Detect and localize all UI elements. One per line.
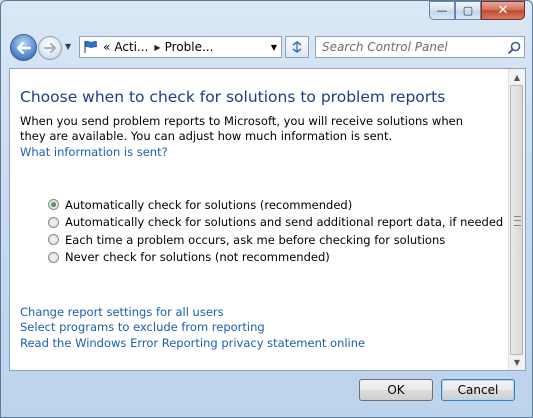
- recent-pages-dropdown[interactable]: ▼: [65, 42, 71, 51]
- cancel-button[interactable]: Cancel: [441, 379, 515, 401]
- close-icon: ✕: [497, 3, 509, 18]
- refresh-button[interactable]: [285, 36, 309, 58]
- minimize-icon: —: [436, 4, 448, 17]
- refresh-icon: [292, 41, 302, 53]
- scrollbar-thumb[interactable]: [510, 85, 523, 355]
- what-information-link[interactable]: What information is sent?: [20, 145, 168, 159]
- radio-button-selected[interactable]: [48, 199, 59, 211]
- search-box[interactable]: [315, 36, 525, 58]
- option-label[interactable]: Automatically check for solutions and se…: [65, 215, 503, 229]
- option-auto-check-send-data[interactable]: Automatically check for solutions and se…: [48, 214, 503, 232]
- scroll-up-icon[interactable]: ▲: [509, 69, 525, 85]
- back-arrow-icon: [16, 41, 31, 54]
- address-dropdown-icon[interactable]: ▼: [271, 43, 277, 52]
- option-label[interactable]: Never check for solutions (not recommend…: [65, 250, 330, 264]
- option-label[interactable]: Each time a problem occurs, ask me befor…: [65, 233, 445, 247]
- minimize-button[interactable]: —: [429, 1, 455, 20]
- close-button[interactable]: ✕: [481, 1, 525, 20]
- breadcrumb-prefix[interactable]: «: [103, 40, 110, 54]
- search-icon[interactable]: [504, 41, 524, 54]
- caption-buttons: — ▢ ✕: [429, 1, 525, 21]
- forward-arrow-icon: [44, 43, 56, 53]
- option-auto-check[interactable]: Automatically check for solutions (recom…: [48, 196, 503, 214]
- radio-button[interactable]: [48, 251, 59, 263]
- exclude-programs-link[interactable]: Select programs to exclude from reportin…: [20, 320, 365, 335]
- page-description: When you send problem reports to Microso…: [20, 114, 463, 143]
- address-bar[interactable]: « Acti... ▶ Proble... ▼: [79, 36, 282, 58]
- option-never-check[interactable]: Never check for solutions (not recommend…: [48, 249, 503, 267]
- maximize-icon: ▢: [462, 4, 474, 17]
- check-options-group: Automatically check for solutions (recom…: [48, 196, 503, 266]
- back-button[interactable]: [10, 34, 37, 61]
- scrollbar-grip-icon: [514, 216, 521, 226]
- window-frame: — ▢ ✕ ▼ « Acti... ▶ Proble... ▼ Search C…: [0, 0, 533, 418]
- scroll-down-icon[interactable]: ▼: [509, 354, 525, 370]
- flag-icon: [83, 40, 99, 54]
- page-title: Choose when to check for solutions to pr…: [20, 88, 446, 106]
- change-settings-all-users-link[interactable]: Change report settings for all users: [20, 305, 365, 320]
- option-label[interactable]: Automatically check for solutions (recom…: [65, 198, 352, 212]
- radio-button[interactable]: [48, 216, 59, 228]
- breadcrumb-item-problem-reporting[interactable]: Proble...: [165, 40, 214, 54]
- search-input[interactable]: [322, 40, 504, 54]
- option-ask-each-time[interactable]: Each time a problem occurs, ask me befor…: [48, 231, 503, 249]
- content-pane: Choose when to check for solutions to pr…: [9, 68, 526, 371]
- radio-button[interactable]: [48, 234, 59, 246]
- breadcrumb-chevron-icon[interactable]: ▶: [154, 43, 160, 52]
- maximize-button[interactable]: ▢: [455, 1, 481, 20]
- privacy-statement-link[interactable]: Read the Windows Error Reporting privacy…: [20, 336, 365, 351]
- breadcrumb-item-action-center[interactable]: Acti...: [114, 40, 148, 54]
- related-links: Change report settings for all users Sel…: [20, 305, 365, 351]
- ok-button[interactable]: OK: [359, 379, 433, 401]
- forward-button[interactable]: [38, 36, 62, 60]
- vertical-scrollbar[interactable]: ▲ ▼: [508, 69, 525, 370]
